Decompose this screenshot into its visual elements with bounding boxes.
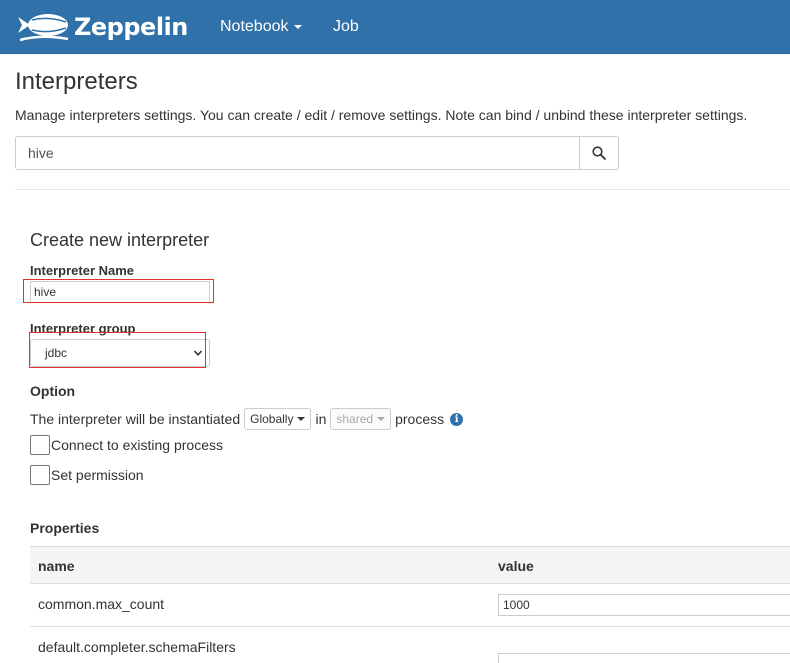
option-label: Option bbox=[30, 383, 76, 399]
instantiate-mode-dropdown[interactable]: shared bbox=[330, 408, 392, 430]
search-icon bbox=[592, 146, 606, 160]
table-row: common.max_count 1000 bbox=[30, 584, 790, 627]
page-description: Manage interpreters settings. You can cr… bbox=[15, 107, 748, 123]
instantiate-prefix-text: The interpreter will be instantiated bbox=[30, 411, 241, 427]
column-header-value: value bbox=[498, 558, 534, 574]
instantiate-option-row: The interpreter will be instantiated Glo… bbox=[30, 407, 464, 431]
instantiate-mode-value: shared bbox=[336, 412, 374, 426]
connect-existing-option: Connect to existing process bbox=[30, 435, 223, 455]
nav-notebook-dropdown[interactable]: Notebook bbox=[220, 0, 302, 54]
set-permission-option: Set permission bbox=[30, 465, 144, 485]
table-row: default.completer.schemaFilters bbox=[30, 627, 790, 663]
instantiate-in-text: in bbox=[315, 411, 327, 427]
nav-job-label: Job bbox=[333, 18, 359, 35]
property-name: common.max_count bbox=[38, 596, 165, 612]
interpreter-group-select[interactable]: jdbc bbox=[30, 339, 210, 367]
interpreter-search bbox=[15, 136, 619, 170]
caret-down-icon bbox=[293, 24, 302, 29]
instantiate-suffix-text: process bbox=[395, 411, 445, 427]
nav-job-link[interactable]: Job bbox=[333, 0, 359, 54]
connect-existing-checkbox[interactable] bbox=[30, 435, 50, 455]
top-navbar: Zeppelin Notebook Job bbox=[0, 0, 790, 54]
property-name: default.completer.schemaFilters bbox=[38, 639, 236, 655]
page-title: Interpreters bbox=[15, 68, 138, 95]
search-input[interactable] bbox=[15, 136, 580, 170]
column-header-name: name bbox=[38, 558, 75, 574]
connect-existing-label: Connect to existing process bbox=[51, 437, 223, 453]
caret-down-icon bbox=[377, 417, 386, 421]
interpreter-group-label: Interpreter group bbox=[30, 321, 136, 336]
caret-down-icon bbox=[297, 417, 306, 421]
property-value-input[interactable]: 1000 bbox=[498, 594, 790, 616]
interpreter-name-input[interactable] bbox=[30, 281, 210, 303]
table-header-row: name value bbox=[30, 546, 790, 584]
brand-link[interactable]: Zeppelin bbox=[14, 8, 188, 46]
create-interpreter-title: Create new interpreter bbox=[30, 230, 210, 250]
nav-notebook-label: Notebook bbox=[220, 18, 289, 35]
interpreter-group-value: jdbc bbox=[45, 346, 68, 360]
zeppelin-logo-icon bbox=[18, 14, 69, 42]
interpreter-name-label: Interpreter Name bbox=[30, 263, 135, 278]
instantiate-scope-value: Globally bbox=[250, 412, 294, 426]
brand-name: Zeppelin bbox=[74, 13, 188, 41]
search-button[interactable] bbox=[579, 136, 619, 170]
set-permission-checkbox[interactable] bbox=[30, 465, 50, 485]
instantiate-scope-dropdown[interactable]: Globally bbox=[244, 408, 312, 430]
set-permission-label: Set permission bbox=[51, 467, 144, 483]
property-value-input[interactable] bbox=[498, 653, 790, 663]
header-divider bbox=[15, 189, 790, 190]
info-icon[interactable]: i bbox=[450, 412, 464, 426]
chevron-down-icon bbox=[193, 350, 203, 356]
properties-title: Properties bbox=[30, 520, 100, 536]
